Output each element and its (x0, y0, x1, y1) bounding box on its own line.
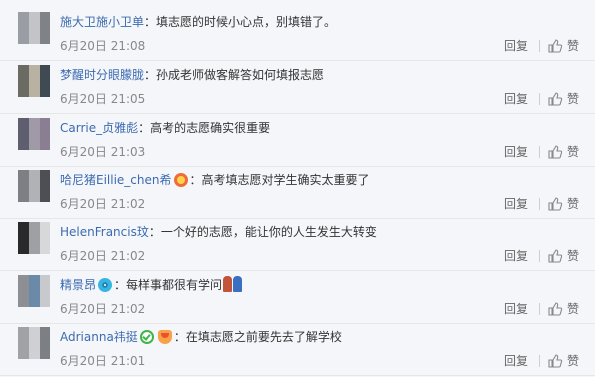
comment-content: Adrianna祎挺 ：在填志愿之前要先去了解学校 (60, 328, 342, 346)
thumbs-up-icon (548, 249, 563, 263)
reply-button[interactable]: 回复 (504, 144, 528, 160)
divider (539, 303, 540, 315)
like-button[interactable]: 赞 (547, 90, 587, 108)
slice-badge-icon[interactable] (157, 330, 172, 344)
thumbs-up-icon (548, 354, 563, 368)
timestamp: 6月20日 21:03 (60, 145, 146, 159)
reply-button[interactable]: 回复 (504, 196, 528, 212)
comment-item: 精景昂 ：每样事都很有学问 6月20日 21:02 回复 赞 (0, 271, 595, 324)
username-link[interactable]: 施大卫施小卫单 (60, 15, 144, 29)
like-label: 赞 (567, 197, 580, 211)
comment-list: 施大卫施小卫单：填志愿的时候小心点，别填错了。 6月20日 21:08 回复赞梦醒时… (0, 0, 595, 377)
comment-text: 填志愿的时候小心点，别填错了。 (156, 15, 337, 29)
avatar[interactable] (18, 222, 50, 254)
thumbs-up-icon (548, 145, 563, 159)
eye-badge-icon[interactable] (98, 278, 113, 292)
comment-text: 每样事都很有学问 (126, 278, 223, 292)
comment-text: 孙成老师做客解答如何填报志愿 (156, 68, 325, 82)
separator: ： (138, 121, 151, 135)
timestamp: 6月20日 21:02 (60, 302, 146, 316)
username-link[interactable]: 哈尼猪Eillie_chen希 (60, 173, 172, 187)
comment-content: 梦醒时分眼朦胧：孙成老师做客解答如何填报志愿 (60, 66, 324, 84)
comment-item: Carrie_贞雅彪：高考的志愿确实很重要 6月20日 21:03 回复 赞 (0, 114, 595, 167)
comment-content: HelenFrancis玟：一个好的志愿，能让你的人生发生大转变 (60, 223, 377, 241)
avatar[interactable] (18, 327, 50, 359)
timestamp: 6月20日 21:01 (60, 354, 146, 368)
timestamp: 6月20日 21:05 (60, 92, 146, 106)
thumbs-up-icon (548, 39, 563, 53)
separator: ： (114, 278, 127, 292)
separator: ： (189, 173, 202, 187)
comment-content: 精景昂 ：每样事都很有学问 (60, 276, 243, 294)
username-link[interactable]: HelenFrancis玟 (60, 225, 149, 239)
timestamp: 6月20日 21:02 (60, 249, 146, 263)
reply-button[interactable]: 回复 (504, 353, 528, 369)
username-link[interactable]: 梦醒时分眼朦胧 (60, 68, 144, 82)
divider (539, 40, 540, 52)
thumbs-up-icon (548, 302, 563, 316)
separator: ： (173, 330, 186, 344)
like-label: 赞 (567, 354, 580, 368)
reply-button[interactable]: 回复 (504, 91, 528, 107)
avatar[interactable] (18, 118, 50, 150)
username-link[interactable]: Adrianna祎挺 (60, 330, 138, 344)
comment-text: 在填志愿之前要先去了解学校 (185, 330, 342, 344)
people-emoji-icon (223, 276, 243, 292)
comment-text: 高考的志愿确实很重要 (150, 121, 271, 135)
separator: ： (148, 225, 161, 239)
comment-text: 一个好的志愿，能让你的人生发生大转变 (160, 225, 377, 239)
divider (539, 198, 540, 210)
like-button[interactable]: 赞 (547, 300, 587, 318)
username-link[interactable]: 精景昂 (60, 278, 96, 292)
like-label: 赞 (567, 92, 580, 106)
comment-content: 施大卫施小卫单：填志愿的时候小心点，别填错了。 (60, 13, 336, 31)
like-button[interactable]: 赞 (547, 247, 587, 265)
thumbs-up-icon (548, 92, 563, 106)
timestamp: 6月20日 21:02 (60, 197, 146, 211)
divider (539, 146, 540, 158)
like-label: 赞 (567, 302, 580, 316)
comment-item: HelenFrancis玟：一个好的志愿，能让你的人生发生大转变 6月20日 21… (0, 218, 595, 271)
like-button[interactable]: 赞 (547, 352, 587, 370)
comment-item: Adrianna祎挺 ：在填志愿之前要先去了解学校 6月20日 21:01 回复 赞 (0, 323, 595, 376)
like-label: 赞 (567, 39, 580, 53)
timestamp: 6月20日 21:08 (60, 39, 146, 53)
thumbs-up-icon (548, 197, 563, 211)
username-link[interactable]: Carrie_贞雅彪 (60, 121, 138, 135)
avatar[interactable] (18, 275, 50, 307)
separator: ： (144, 68, 157, 82)
comment-content: 哈尼猪Eillie_chen希 ：高考填志愿对学生确实太重要了 (60, 171, 370, 189)
reply-button[interactable]: 回复 (504, 248, 528, 264)
reply-button[interactable]: 回复 (504, 301, 528, 317)
divider (539, 250, 540, 262)
avatar[interactable] (18, 65, 50, 97)
like-button[interactable]: 赞 (547, 37, 587, 55)
divider (539, 355, 540, 367)
comment-item: 梦醒时分眼朦胧：孙成老师做客解答如何填报志愿 6月20日 21:05 回复 赞 (0, 61, 595, 114)
like-label: 赞 (567, 145, 580, 159)
comment-text: 高考填志愿对学生确实太重要了 (201, 173, 370, 187)
avatar[interactable] (18, 170, 50, 202)
fire-badge-icon[interactable] (173, 173, 188, 187)
divider (539, 93, 540, 105)
like-button[interactable]: 赞 (547, 195, 587, 213)
like-button[interactable]: 赞 (547, 143, 587, 161)
comment-content: Carrie_贞雅彪：高考的志愿确实很重要 (60, 119, 270, 137)
comment-item: 施大卫施小卫单：填志愿的时候小心点，别填错了。 6月20日 21:08 回复 赞 (0, 8, 595, 61)
like-label: 赞 (567, 249, 580, 263)
comment-item: 哈尼猪Eillie_chen希 ：高考填志愿对学生确实太重要了 6月20日 21:0… (0, 166, 595, 219)
vip-badge-icon[interactable] (139, 330, 154, 344)
separator: ： (144, 15, 157, 29)
reply-button[interactable]: 回复 (504, 38, 528, 54)
avatar[interactable] (18, 12, 50, 44)
